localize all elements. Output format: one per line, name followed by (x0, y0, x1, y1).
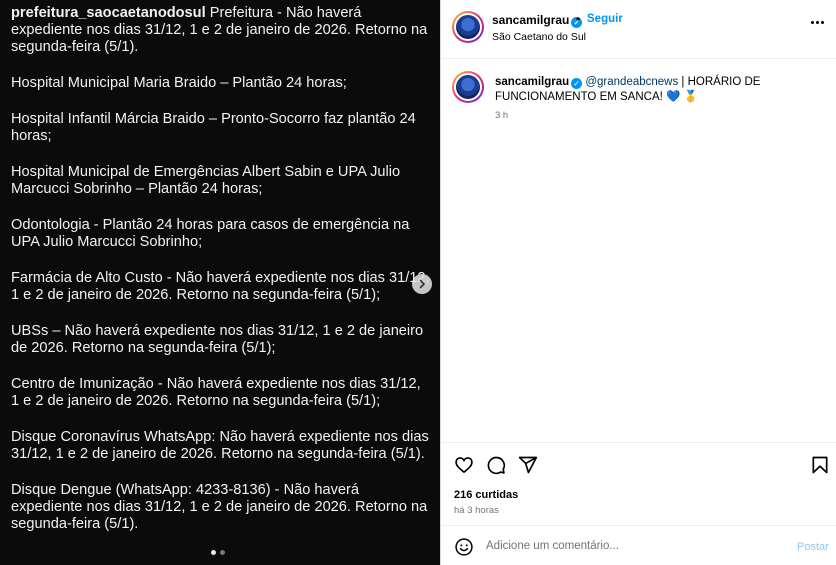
comment-input[interactable] (486, 536, 786, 556)
slide-paragraph: Odontologia - Plantão 24 horas para caso… (11, 217, 410, 250)
caption-time: 3 h (495, 110, 509, 121)
caption-mention[interactable]: @grandeabcnews (585, 76, 678, 88)
follow-button[interactable]: Seguir (587, 13, 623, 25)
header-username[interactable]: sancamilgrau ✓ (492, 13, 583, 28)
slide-paragraph: Hospital Municipal Maria Braido – Plantã… (11, 75, 347, 91)
separator-dot: • (576, 12, 581, 26)
slide-paragraph: Centro de Imunização - Não haverá expedi… (11, 376, 421, 409)
slide-paragraph: Hospital Municipal de Emergências Albert… (11, 164, 401, 197)
heart-icon[interactable] (454, 455, 474, 475)
blue-heart-icon: 💙 (666, 91, 681, 103)
comment-icon[interactable] (486, 455, 506, 475)
caption-area: sancamilgrau ✓ @grandeabcnews | HORÁRIO D… (441, 59, 836, 443)
carousel-dot-active (211, 550, 216, 555)
medal-icon: 🥇 (683, 91, 698, 103)
slide-author: prefeitura_saocaetanodosul (11, 5, 206, 21)
comment-bar: Postar (441, 525, 836, 565)
username-text[interactable]: sancamilgrau (492, 13, 569, 27)
bookmark-icon[interactable] (810, 455, 830, 475)
caption-text: sancamilgrau ✓ @grandeabcnews | HORÁRIO D… (495, 75, 825, 105)
slide-text: prefeitura_saocaetanodosul Prefeitura - … (11, 5, 431, 552)
location-link[interactable]: São Caetano do Sul (492, 31, 586, 43)
carousel-next-button[interactable] (412, 274, 432, 294)
post-panel: sancamilgrau ✓ • Seguir São Caetano do Su… (440, 0, 836, 565)
post-comment-button[interactable]: Postar (797, 541, 829, 553)
carousel-dot (220, 550, 225, 555)
post-header: sancamilgrau ✓ • Seguir São Caetano do Su… (441, 0, 836, 59)
likes-count[interactable]: 216 curtidas (454, 489, 518, 501)
slide-paragraph: Hospital Infantil Márcia Braido – Pronto… (11, 111, 416, 144)
avatar[interactable] (452, 11, 484, 43)
chevron-right-icon (419, 279, 425, 289)
slide-paragraph: Farmácia de Alto Custo - Não haverá expe… (11, 270, 430, 303)
more-options-icon[interactable] (811, 21, 827, 25)
post-age[interactable]: há 3 horas (454, 505, 499, 516)
smiley-icon[interactable] (454, 537, 474, 557)
post-media: prefeitura_saocaetanodosul Prefeitura - … (0, 0, 440, 565)
slide-paragraph: Disque Dengue (WhatsApp: 4233-8136) - Nã… (11, 482, 428, 532)
action-bar (441, 443, 836, 485)
slide-paragraph: Disque Coronavírus WhatsApp: Não haverá … (11, 429, 429, 462)
slide-paragraph: prefeitura_saocaetanodosul Prefeitura - … (11, 5, 431, 56)
carousel-dots (211, 550, 225, 555)
caption-username[interactable]: sancamilgrau (495, 76, 569, 88)
verified-badge-icon: ✓ (571, 78, 583, 89)
share-icon[interactable] (518, 455, 538, 475)
slide-paragraph: UBSs – Não haverá expediente nos dias 31… (11, 323, 424, 356)
avatar[interactable] (452, 71, 484, 103)
